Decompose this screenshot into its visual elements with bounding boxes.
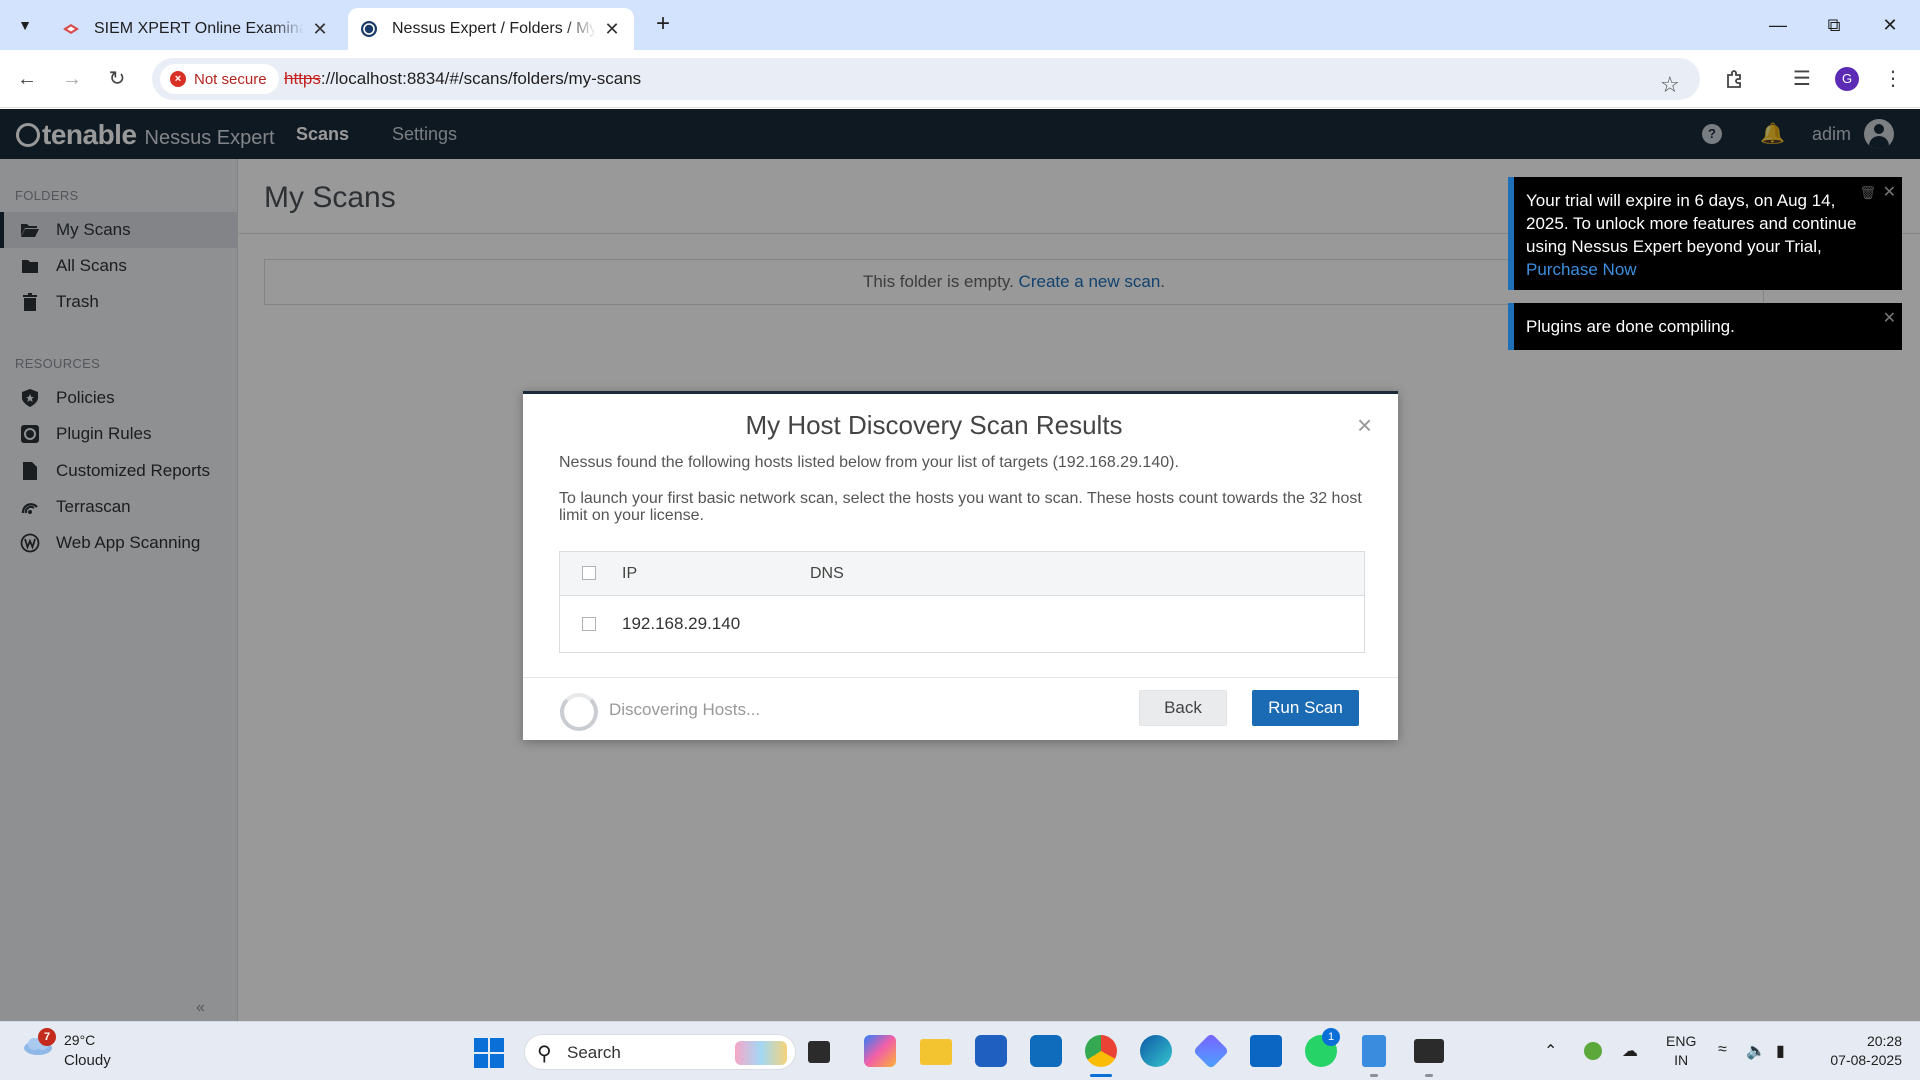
- column-dns[interactable]: DNS: [810, 565, 844, 583]
- browser-menu-icon[interactable]: ⋮: [1878, 64, 1908, 94]
- close-icon[interactable]: ✕: [1883, 307, 1896, 330]
- app-running-indicator: [1425, 1074, 1433, 1077]
- discovery-status: Discovering Hosts...: [609, 700, 761, 719]
- volume-icon[interactable]: 🔈: [1746, 1041, 1766, 1061]
- tab-siem-xpert[interactable]: SIEM XPERT Online Examination ✕: [50, 8, 342, 50]
- close-tab-icon[interactable]: ✕: [602, 19, 622, 40]
- close-tab-icon[interactable]: ✕: [310, 19, 330, 40]
- url-text[interactable]: https://localhost:8834/#/scans/folders/m…: [284, 69, 641, 89]
- onedrive-cloud-icon[interactable]: ☁: [1622, 1041, 1638, 1061]
- browser-toolbar: ← → ↻ × Not secure https://localhost:883…: [0, 50, 1920, 108]
- extensions-icon[interactable]: [1720, 64, 1750, 94]
- search-placeholder: Search: [567, 1043, 621, 1062]
- forward-arrow-icon[interactable]: →: [57, 64, 87, 94]
- app-running-indicator: [1370, 1074, 1378, 1077]
- terminal-icon[interactable]: [1414, 1039, 1444, 1063]
- modal-instructions: To launch your first basic network scan,…: [559, 490, 1362, 524]
- profile-avatar[interactable]: G: [1835, 67, 1859, 91]
- tab-nessus[interactable]: Nessus Expert / Folders / My Scans ✕: [348, 8, 634, 50]
- active-app-indicator: [1090, 1074, 1112, 1077]
- windows-start-icon[interactable]: [474, 1038, 504, 1068]
- bookmark-star-icon[interactable]: ☆: [1660, 74, 1680, 96]
- weather-condition: Cloudy: [64, 1052, 111, 1069]
- system-clock[interactable]: 20:28 07-08-2025: [1810, 1032, 1902, 1070]
- select-all-checkbox[interactable]: [582, 566, 596, 580]
- chevron-down-icon: ▼: [18, 17, 32, 33]
- purchase-now-link[interactable]: Purchase Now: [1526, 260, 1637, 279]
- language-indicator[interactable]: ENG IN: [1666, 1032, 1696, 1070]
- microsoft-store-icon[interactable]: [975, 1035, 1007, 1067]
- edge-icon[interactable]: [1140, 1035, 1172, 1067]
- back-button[interactable]: Back: [1139, 690, 1227, 726]
- security-label: Not secure: [194, 70, 267, 88]
- weather-alert-badge: 7: [38, 1028, 56, 1046]
- clock-time: 20:28: [1866, 1033, 1902, 1049]
- search-highlight-icon: [735, 1041, 787, 1065]
- modal-description: Nessus found the following hosts listed …: [559, 454, 1179, 471]
- nessus-favicon-icon: [360, 20, 378, 38]
- tray-app-icon[interactable]: [1584, 1042, 1602, 1060]
- url-path: ://localhost:8834/#/scans/folders/my-sca…: [320, 69, 642, 88]
- not-secure-icon: ×: [170, 71, 186, 87]
- browser-tab-strip: ▼ SIEM XPERT Online Examination ✕ Nessus…: [0, 0, 1920, 50]
- trash-icon[interactable]: 🗑: [1859, 181, 1876, 204]
- close-window-button[interactable]: ✕: [1870, 10, 1910, 40]
- clock-date: 07-08-2025: [1830, 1052, 1902, 1068]
- outlook-icon[interactable]: [1030, 1035, 1062, 1067]
- minimize-window-button[interactable]: —: [1758, 10, 1798, 40]
- file-explorer-icon[interactable]: [920, 1039, 952, 1065]
- task-view-icon[interactable]: [808, 1041, 830, 1063]
- new-tab-button[interactable]: +: [650, 12, 676, 38]
- close-icon[interactable]: ×: [1357, 412, 1372, 438]
- row-checkbox[interactable]: [582, 617, 596, 631]
- linkedin-icon[interactable]: [1250, 1035, 1282, 1067]
- plugins-toast: Plugins are done compiling. ✕: [1508, 303, 1902, 350]
- wifi-icon[interactable]: ≈: [1718, 1041, 1727, 1059]
- whatsapp-badge: 1: [1322, 1028, 1340, 1046]
- restore-window-button[interactable]: ⧉: [1814, 10, 1854, 40]
- media-control-icon[interactable]: ☰: [1787, 64, 1817, 94]
- taskbar-search[interactable]: ⚲ Search: [524, 1034, 796, 1070]
- windows-taskbar: 7 29°C Cloudy ⚲ Search 1 ⌃ ☁ ENG IN ≈ 🔈 …: [0, 1021, 1920, 1080]
- lang-line1: ENG: [1666, 1033, 1697, 1049]
- table-row[interactable]: 192.168.29.140: [560, 596, 1364, 652]
- hosts-table: IP DNS 192.168.29.140: [559, 551, 1365, 653]
- siem-favicon-icon: [62, 20, 80, 38]
- search-icon: ⚲: [537, 1043, 552, 1065]
- host-ip: 192.168.29.140: [622, 614, 741, 633]
- reload-icon[interactable]: ↻: [102, 64, 132, 94]
- url-scheme: https: [284, 69, 321, 88]
- modal-footer: Discovering Hosts... Back Run Scan: [523, 677, 1398, 740]
- table-header: IP DNS: [560, 552, 1364, 596]
- run-scan-button[interactable]: Run Scan: [1252, 690, 1359, 726]
- close-icon[interactable]: ✕: [1883, 181, 1896, 204]
- tab-title: Nessus Expert / Folders / My Scans: [392, 20, 596, 37]
- chevron-up-icon[interactable]: ⌃: [1544, 1041, 1557, 1061]
- modal-title: My Host Discovery Scan Results: [745, 410, 1123, 440]
- loading-spinner-icon: [560, 693, 598, 731]
- address-bar[interactable]: × Not secure https://localhost:8834/#/sc…: [152, 58, 1700, 100]
- back-arrow-icon[interactable]: ←: [12, 64, 42, 94]
- notepad-icon[interactable]: [1362, 1035, 1386, 1067]
- copilot-icon[interactable]: [864, 1035, 896, 1067]
- tab-search-button[interactable]: ▼: [10, 10, 40, 40]
- m365-icon[interactable]: [1192, 1032, 1230, 1070]
- host-discovery-modal: My Host Discovery Scan Results × Nessus …: [523, 391, 1398, 740]
- trial-toast: Your trial will expire in 6 days, on Aug…: [1508, 177, 1902, 290]
- lang-line2: IN: [1674, 1052, 1689, 1068]
- trial-text: Your trial will expire in 6 days, on Aug…: [1526, 191, 1857, 256]
- tab-title: SIEM XPERT Online Examination: [94, 20, 304, 37]
- plugins-text: Plugins are done compiling.: [1526, 317, 1735, 336]
- temperature: 29°C: [64, 1032, 96, 1048]
- chrome-icon[interactable]: [1085, 1035, 1117, 1067]
- column-ip[interactable]: IP: [622, 565, 637, 583]
- battery-icon[interactable]: ▮: [1776, 1041, 1785, 1061]
- security-chip[interactable]: × Not secure: [160, 64, 279, 94]
